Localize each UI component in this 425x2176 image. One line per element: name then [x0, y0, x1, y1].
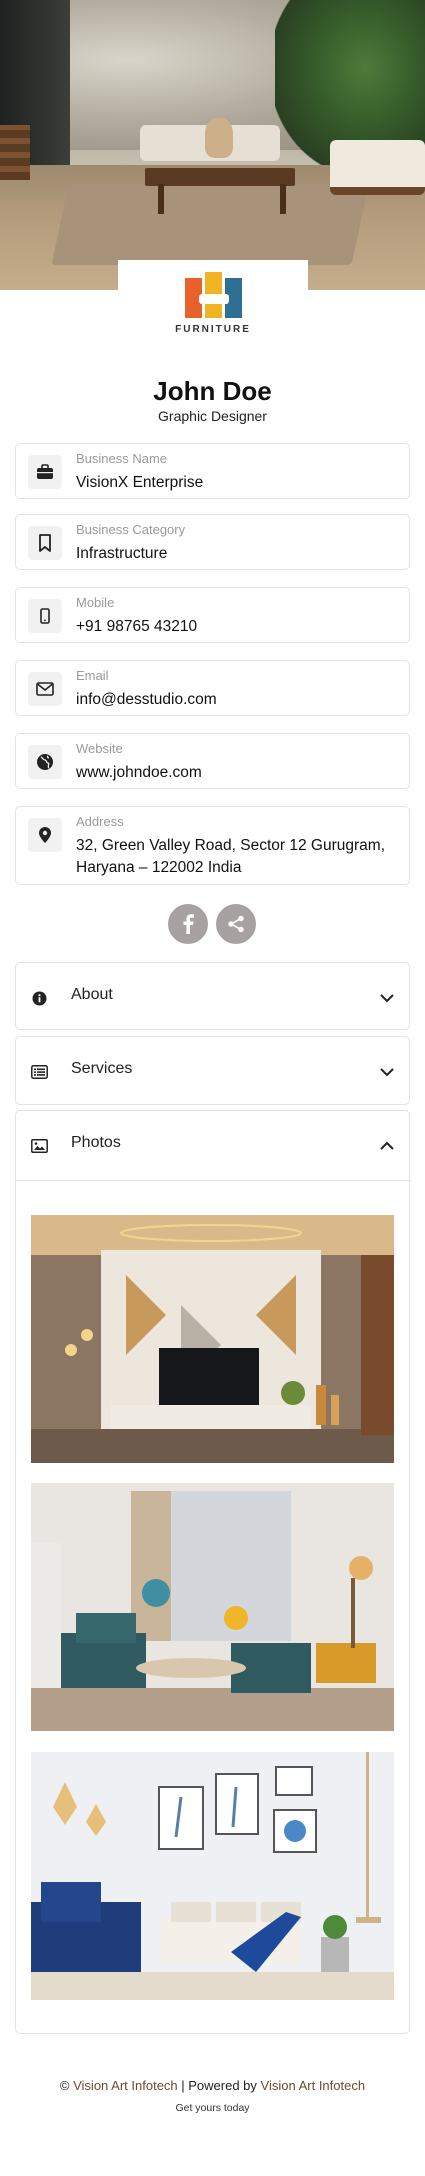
- chevron-down-icon: [379, 991, 395, 1003]
- chevron-down-icon: [379, 1065, 395, 1077]
- image-icon: [30, 1137, 48, 1155]
- card-website[interactable]: Website www.johndoe.com: [15, 733, 410, 789]
- field-label: Mobile: [76, 595, 115, 610]
- field-label: Business Name: [76, 451, 168, 466]
- list-icon: [30, 1063, 48, 1081]
- section-services[interactable]: Services: [15, 1036, 410, 1105]
- bookmark-icon: [28, 526, 62, 560]
- profile-name: John Doe: [153, 376, 272, 406]
- address-link[interactable]: 32, Green Valley Road, Sector 12 Gurugra…: [76, 835, 401, 879]
- section-services-header[interactable]: Services: [16, 1037, 411, 1105]
- section-label: About: [71, 986, 113, 1003]
- section-about[interactable]: About: [15, 962, 410, 1030]
- section-label: Services: [71, 1060, 133, 1077]
- card-business-name: Business Name VisionX Enterprise: [15, 443, 410, 499]
- gallery-photo-1[interactable]: [31, 1215, 394, 1463]
- gallery-photo-3[interactable]: [31, 1752, 394, 2000]
- footer-powered-link[interactable]: Vision Art Infotech: [261, 2078, 366, 2093]
- briefcase-icon: [28, 455, 62, 489]
- footer-credit: © Vision Art Infotech | Powered by Visio…: [59, 2078, 366, 2093]
- mobile-link[interactable]: +91 98765 43210: [76, 616, 401, 638]
- logo-mark: [184, 272, 242, 318]
- email-link[interactable]: info@desstudio.com: [76, 689, 401, 711]
- footer-company-link[interactable]: Vision Art Infotech: [73, 2078, 178, 2093]
- section-photos-header[interactable]: Photos: [16, 1111, 411, 1181]
- field-value: VisionX Enterprise: [76, 474, 204, 491]
- card-business-category: Business Category Infrastructure: [15, 514, 410, 570]
- website-link[interactable]: www.johndoe.com: [76, 762, 401, 784]
- gallery-photo-2[interactable]: [31, 1483, 394, 1731]
- chevron-up-icon: [379, 1139, 395, 1151]
- globe-icon: [28, 745, 62, 779]
- info-icon: [30, 989, 48, 1007]
- share-icon: [227, 915, 245, 933]
- section-label: Photos: [71, 1134, 121, 1151]
- envelope-icon: [28, 672, 62, 706]
- card-mobile[interactable]: Mobile +91 98765 43210: [15, 587, 410, 643]
- field-label: Email: [76, 668, 109, 683]
- mobile-phone-icon: [28, 599, 62, 633]
- profile-role: Graphic Designer: [158, 408, 267, 424]
- field-label: Business Category: [76, 522, 186, 537]
- company-logo: FURNITURE: [118, 260, 308, 346]
- field-value: Infrastructure: [76, 545, 168, 562]
- card-address[interactable]: Address 32, Green Valley Road, Sector 12…: [15, 806, 410, 885]
- footer-tagline-link[interactable]: Get yours today: [0, 2102, 425, 2114]
- logo-wordmark: FURNITURE: [175, 324, 251, 335]
- section-about-header[interactable]: About: [16, 963, 411, 1031]
- location-pin-icon: [28, 818, 62, 852]
- share-button[interactable]: [216, 904, 256, 944]
- hero-banner-image: [0, 0, 425, 290]
- field-label: Website: [76, 741, 123, 756]
- facebook-button[interactable]: [168, 904, 208, 944]
- facebook-icon: [182, 914, 194, 934]
- digital-business-card: FURNITURE John Doe Graphic Designer Busi…: [0, 0, 425, 2176]
- card-email[interactable]: Email info@desstudio.com: [15, 660, 410, 716]
- field-label: Address: [76, 814, 124, 829]
